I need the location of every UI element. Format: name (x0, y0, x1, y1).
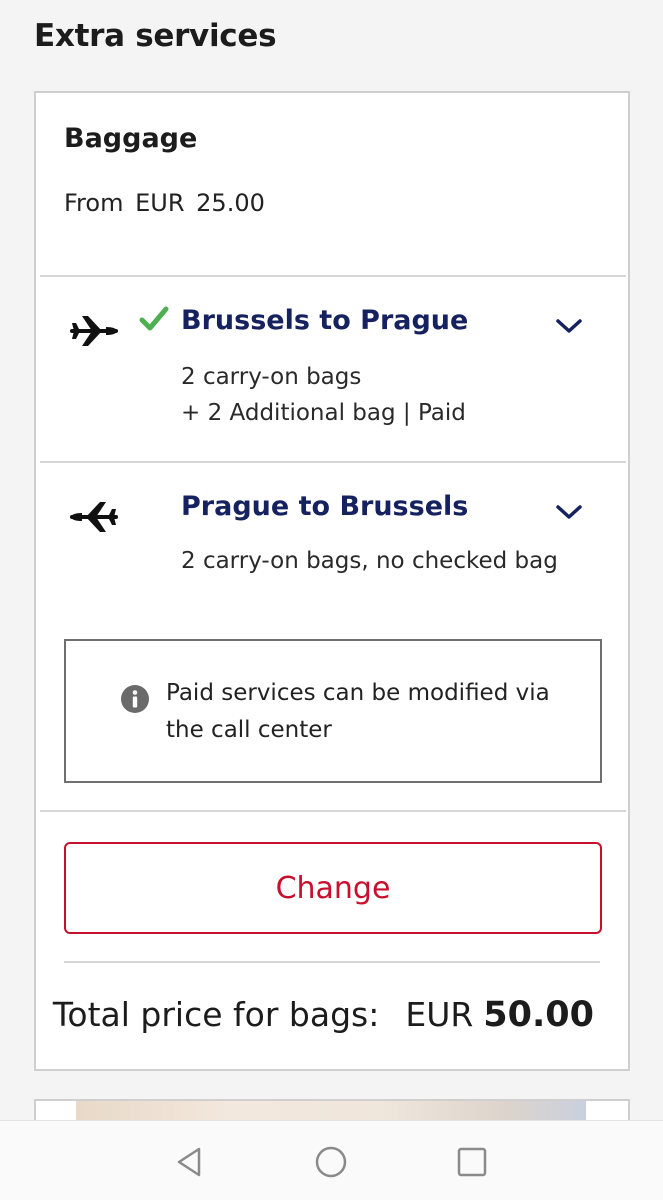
system-navigation-bar (0, 1120, 663, 1200)
page: Extra services Baggage From EUR 25.00 Br… (0, 0, 663, 1200)
flight-segment-outbound[interactable]: Brussels to Prague 2 carry-on bags + 2 A… (36, 275, 628, 461)
section-title: Extra services (34, 18, 277, 54)
flight-detail: + 2 Additional bag | Paid (181, 400, 466, 426)
change-button[interactable]: Change (64, 842, 602, 934)
flight-route: Brussels to Prague (181, 305, 469, 336)
info-message: Paid services can be modified via the ca… (166, 680, 550, 743)
chevron-down-icon[interactable] (554, 501, 584, 523)
recents-icon[interactable] (455, 1145, 489, 1179)
baggage-title: Baggage (64, 123, 198, 154)
total-price: Total price for bags: EUR 50.00 (36, 995, 594, 1035)
check-icon (139, 306, 169, 331)
from-price: From EUR 25.00 (64, 189, 265, 217)
chevron-down-icon[interactable] (554, 315, 584, 337)
info-notice: Paid services can be modified via the ca… (64, 639, 602, 783)
flight-detail: 2 carry-on bags, no checked bag (181, 548, 558, 574)
divider (40, 810, 626, 812)
from-currency: EUR (135, 189, 185, 217)
departure-plane-icon (70, 316, 118, 346)
info-icon (121, 685, 149, 713)
from-amount: 25.00 (196, 189, 265, 217)
total-amount: 50.00 (483, 995, 594, 1035)
from-label: From (64, 189, 124, 217)
return-plane-icon (70, 502, 118, 532)
flight-segment-return[interactable]: Prague to Brussels 2 carry-on bags, no c… (36, 461, 628, 611)
flight-detail: 2 carry-on bags (181, 364, 362, 390)
total-currency: EUR (405, 995, 474, 1034)
baggage-card: Baggage From EUR 25.00 Brussels to Pragu… (34, 91, 630, 1071)
home-icon[interactable] (314, 1145, 348, 1179)
divider (64, 961, 600, 963)
flight-route: Prague to Brussels (181, 491, 469, 522)
total-label: Total price for bags: (52, 995, 380, 1034)
back-icon[interactable] (172, 1145, 206, 1179)
